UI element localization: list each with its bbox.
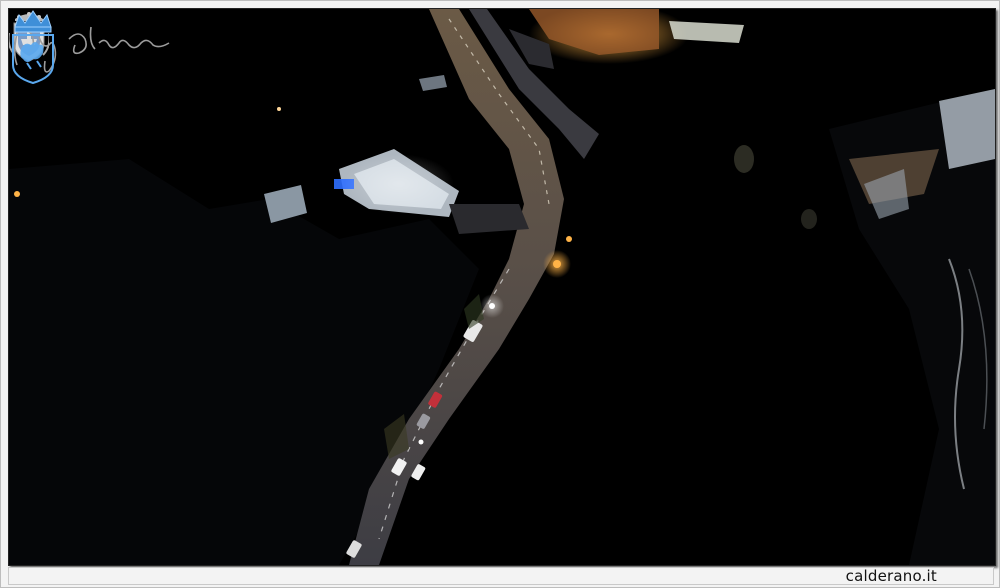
white-glow-harbor <box>344 154 454 214</box>
streetlight-6 <box>14 191 20 197</box>
streetlight-5 <box>277 107 281 111</box>
streetlight-glow-1 <box>480 294 504 318</box>
streetlight-glow-2 <box>543 250 571 278</box>
building-right-top <box>939 89 995 169</box>
rock-right-2 <box>801 209 817 229</box>
site-label: calderano.it <box>845 567 937 585</box>
streetlight-3 <box>418 439 424 445</box>
rock-right <box>734 145 754 173</box>
aerial-photo <box>8 8 996 566</box>
footer-bar: calderano.it <box>8 567 994 585</box>
quay-area <box>449 204 529 234</box>
aerial-scene <box>9 9 995 565</box>
crowned-shield-icon <box>12 10 54 85</box>
streetlight-4 <box>566 236 572 242</box>
page-frame: calderano.it <box>0 0 1000 588</box>
